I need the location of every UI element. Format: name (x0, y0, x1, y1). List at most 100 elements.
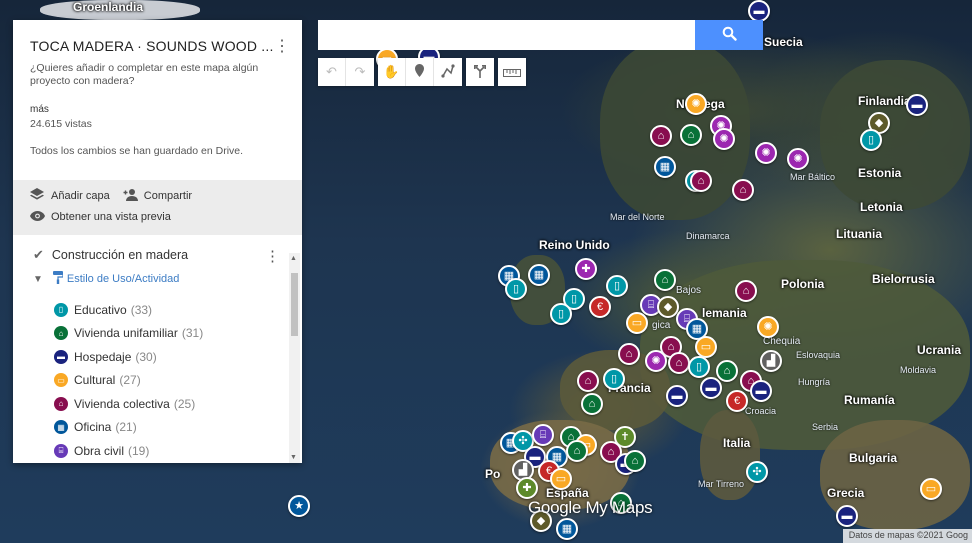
panel-more-options-button[interactable]: ⋮ (274, 36, 290, 56)
educativo-marker[interactable]: ▯ (688, 356, 710, 378)
map-title[interactable]: TOCA MADERA · SOUNDS WOOD ... (30, 38, 285, 54)
vivienda-colectiva-marker[interactable]: ⌂ (577, 370, 599, 392)
cultural-marker[interactable]: ▭ (920, 478, 942, 500)
save-status: Todos los cambios se han guardado en Dri… (30, 145, 244, 157)
marker[interactable]: ✚ (516, 477, 538, 499)
category-label: Vivienda unifamiliar (74, 326, 178, 341)
marker[interactable]: ✺ (755, 142, 777, 164)
measure-button[interactable] (498, 58, 526, 86)
category-hospedaje[interactable]: ▬ Hospedaje (30) (33, 345, 302, 369)
draw-line-icon (441, 63, 455, 81)
vivienda-unifamiliar-marker[interactable]: ⌂ (716, 360, 738, 382)
undo-button[interactable]: ↶ (318, 58, 346, 86)
search-button[interactable] (695, 20, 763, 50)
style-name: Estilo de Uso/Actividad (66, 273, 180, 285)
undo-icon: ↶ (326, 64, 337, 79)
marker[interactable]: ✚ (575, 258, 597, 280)
oficina-marker[interactable]: ▦ (556, 518, 578, 540)
vivienda-unifamiliar-marker[interactable]: ⌂ (581, 393, 603, 415)
vivienda-unifamiliar-marker[interactable]: ⌂ (566, 440, 588, 462)
checkbox-checked-icon[interactable]: ✔ (33, 247, 44, 263)
category-cultural[interactable]: ▭ Cultural (27) (33, 369, 302, 393)
redo-button[interactable]: ↷ (346, 58, 374, 86)
oficina-marker[interactable]: ▦ (654, 156, 676, 178)
category-obra-civil[interactable]: ⌸ Obra civil (19) (33, 439, 302, 463)
cultural-marker[interactable]: ✺ (685, 93, 707, 115)
category-label: Oficina (74, 420, 112, 435)
obra-civil-marker[interactable]: ⌸ (532, 424, 554, 446)
add-marker-button[interactable] (406, 58, 434, 86)
marker[interactable]: ✺ (713, 128, 735, 150)
layers-icon (30, 188, 46, 204)
marker[interactable]: ★ (288, 495, 310, 517)
vivienda-unifamiliar-marker[interactable]: ⌂ (654, 269, 676, 291)
category-educativo[interactable]: ▯ Educativo (33) (33, 298, 302, 322)
vivienda-colectiva-marker[interactable]: ⌂ (650, 125, 672, 147)
educativo-marker[interactable]: ▯ (860, 129, 882, 151)
bed-icon: ▬ (54, 349, 68, 364)
add-layer-button[interactable]: Añadir capa (30, 188, 110, 204)
cultural-marker[interactable]: ▭ (626, 312, 648, 334)
hospedaje-marker[interactable]: ▬ (836, 505, 858, 527)
vivienda-colectiva-marker[interactable]: ⌂ (735, 280, 757, 302)
category-vivienda-colectiva[interactable]: ⌂ Vivienda colectiva (25) (33, 392, 302, 416)
google-my-maps-logo: Google My Maps (528, 498, 653, 517)
hospedaje-marker[interactable]: ▬ (666, 385, 688, 407)
marker[interactable]: € (726, 390, 748, 412)
vivienda-colectiva-marker[interactable]: ⌂ (668, 352, 690, 374)
scroll-up-icon[interactable]: ▲ (290, 255, 297, 262)
layer-header[interactable]: ✔ Construcción en madera (33, 247, 302, 263)
vivienda-colectiva-marker[interactable]: ⌂ (618, 343, 640, 365)
category-count: (21) (115, 420, 137, 435)
category-vivienda-unifamiliar[interactable]: ⌂ Vivienda unifamiliar (31) (33, 322, 302, 346)
hand-icon: ✋ (383, 64, 400, 79)
scroll-thumb[interactable] (291, 273, 298, 336)
marker[interactable]: ▟ (760, 350, 782, 372)
chevron-down-icon[interactable]: ▼ (33, 274, 43, 285)
educativo-marker[interactable]: ▯ (603, 368, 625, 390)
hospedaje-marker[interactable]: ▬ (748, 0, 770, 22)
cultural-marker[interactable]: ▭ (695, 336, 717, 358)
oficina-marker[interactable]: ▦ (528, 264, 550, 286)
panel-scrollbar[interactable]: ▲ ▼ (289, 253, 300, 463)
office-icon: ▦ (54, 420, 68, 435)
educativo-marker[interactable]: ▯ (550, 303, 572, 325)
map-description: ¿Quieres añadir o completar en este mapa… (30, 62, 259, 87)
pin-icon (415, 64, 424, 80)
marker[interactable]: € (589, 296, 611, 318)
book-icon: ▯ (54, 302, 68, 317)
category-label: Educativo (74, 302, 127, 317)
preview-button[interactable]: Obtener una vista previa (30, 210, 171, 224)
panel-header: TOCA MADERA · SOUNDS WOOD ... ⋮ ¿Quieres… (13, 20, 302, 180)
vivienda-colectiva-marker[interactable]: ⌂ (690, 170, 712, 192)
select-items-button[interactable]: ✋ (378, 58, 406, 86)
paint-roller-icon (52, 271, 64, 287)
category-count: (27) (119, 373, 141, 388)
cultural-marker[interactable]: ✺ (757, 316, 779, 338)
educativo-marker[interactable]: ✣ (746, 461, 768, 483)
hospedaje-marker[interactable]: ▬ (750, 380, 772, 402)
search-input[interactable] (318, 20, 695, 50)
map-attribution[interactable]: Datos de mapas ©2021 Goog (842, 529, 972, 543)
share-button[interactable]: Compartir (123, 188, 192, 204)
layer-name[interactable]: Construcción en madera (52, 248, 188, 262)
educativo-marker[interactable]: ▯ (606, 275, 628, 297)
draw-line-button[interactable] (434, 58, 462, 86)
redo-icon: ↷ (354, 64, 366, 79)
add-directions-button[interactable] (466, 58, 494, 86)
vivienda-unifamiliar-marker[interactable]: ⌂ (680, 124, 702, 146)
layer-options-button[interactable]: ⋮ (265, 247, 280, 265)
cultural-marker[interactable]: ▭ (550, 468, 572, 490)
vivienda-unifamiliar-marker[interactable]: ⌂ (624, 450, 646, 472)
educativo-marker[interactable]: ▯ (505, 278, 527, 300)
category-oficina[interactable]: ▦ Oficina (21) (33, 416, 302, 440)
category-count: (19) (128, 443, 150, 458)
hospedaje-marker[interactable]: ▬ (700, 377, 722, 399)
marker[interactable]: ✺ (645, 350, 667, 372)
more-link[interactable]: más (30, 104, 285, 115)
hospedaje-marker[interactable]: ▬ (906, 94, 928, 116)
vivienda-colectiva-marker[interactable]: ⌂ (732, 179, 754, 201)
layer-style-button[interactable]: ▼ Estilo de Uso/Actividad (33, 271, 302, 287)
marker[interactable]: ✺ (787, 148, 809, 170)
scroll-down-icon[interactable]: ▼ (290, 454, 297, 461)
